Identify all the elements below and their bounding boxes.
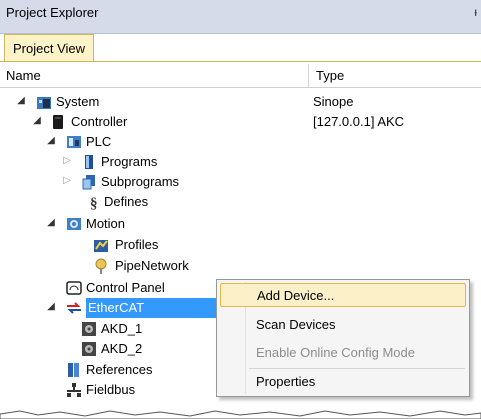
pin-icon[interactable]: ᵻ [474,5,477,19]
expand-arrow-icon[interactable]: ▷ [62,175,72,186]
tab-project-view[interactable]: Project View [4,34,95,62]
tree-label: AKD_2 [101,341,143,356]
menu-item-enable-online-config-mode[interactable]: Enable Online Config Mode [220,341,466,365]
column-header-name[interactable]: Name [6,68,41,83]
tree-label: Profiles [115,237,159,252]
menu-item-label: Add Device... [257,288,335,303]
menu-item-label: Scan Devices [256,317,336,332]
drive-icon [81,321,97,337]
collapse-arrow-icon[interactable]: ◢ [16,95,26,106]
control-panel-icon [66,280,82,296]
profiles-icon [93,237,109,253]
tree-row-defines[interactable]: § Defines [0,192,481,212]
panel-title: Project Explorer [6,5,99,20]
column-separator[interactable] [308,64,309,87]
drive-icon [81,341,97,357]
tree-label: AKD_1 [101,321,143,336]
tree-label: Defines [104,194,149,209]
menu-item-add-device[interactable]: Add Device... [220,283,466,307]
menu-item-scan-devices[interactable]: Scan Devices [220,313,466,337]
tree-label: Controller [71,114,128,129]
collapse-arrow-icon[interactable]: ◢ [32,115,42,126]
plc-icon [66,134,82,150]
menu-item-label: Enable Online Config Mode [256,345,415,360]
tree-label: Programs [101,154,158,169]
collapse-arrow-icon[interactable]: ◢ [46,217,56,228]
pipenetwork-icon [93,258,109,274]
controller-icon [50,114,66,130]
tree-type: [127.0.0.1] AKC [313,114,405,129]
tree-row-plc[interactable]: ◢ PLC [0,132,481,152]
svg-text:§: § [90,196,98,210]
programs-icon [81,154,97,170]
tree-type: Sinope [313,94,354,109]
tree-label: EtherCAT [88,300,145,315]
tree-row-motion[interactable]: ◢ Motion [0,214,481,234]
menu-item-properties[interactable]: Properties [220,370,466,394]
context-menu: Add Device... Scan Devices Enable Online… [216,279,470,397]
ethercat-icon [66,300,82,316]
panel-titlebar: Project Explorer ᵻ [0,0,481,34]
tree-header: Name Type [0,64,481,88]
column-header-type[interactable]: Type [316,68,344,83]
subprograms-icon [81,174,97,190]
defines-icon: § [87,194,103,212]
tree-row-pipenetwork[interactable]: PipeNetwork [0,256,481,276]
tree-label: PipeNetwork [115,258,189,273]
tree-label: PLC [86,134,112,149]
tree-row-subprograms[interactable]: ▷ Subprograms [0,172,481,192]
fieldbus-icon [66,382,82,398]
tree-label: Subprograms [101,174,180,189]
system-icon [36,94,52,110]
tree-label: References [86,362,153,377]
references-icon [66,362,82,378]
collapse-arrow-icon[interactable]: ◢ [46,135,56,146]
collapse-arrow-icon[interactable]: ◢ [46,301,56,312]
menu-separator [249,368,465,369]
tree-row-system[interactable]: ◢ System Sinope [0,92,481,112]
tree-label: Control Panel [86,280,165,295]
tree-label: Motion [86,216,126,231]
tree-row-programs[interactable]: ▷ Programs [0,152,481,172]
tab-underline [0,61,481,62]
menu-item-label: Properties [256,374,316,389]
torn-edge [0,410,481,419]
expand-arrow-icon[interactable]: ▷ [62,155,72,166]
tree-label: System [56,94,100,109]
motion-icon [66,216,82,232]
tree-row-controller[interactable]: ◢ Controller [127.0.0.1] AKC [0,112,481,132]
tree-label: Fieldbus [86,382,136,397]
tree-row-profiles[interactable]: Profiles [0,235,481,255]
